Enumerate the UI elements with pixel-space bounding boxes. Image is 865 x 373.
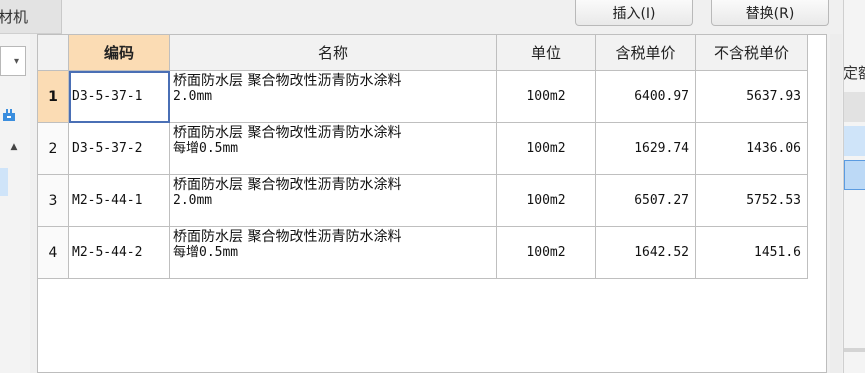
cell-tax-price[interactable]: 6507.27 [595, 174, 696, 227]
right-panel: 定额 [843, 0, 865, 373]
right-panel-label: 定额 [843, 64, 865, 82]
table-row[interactable]: 3 M2-5-44-1 桥面防水层 聚合物改性沥青防水涂料 2.0mm 100m… [37, 174, 808, 227]
tab-materials[interactable]: 材机 [0, 0, 62, 34]
cell-code[interactable]: D3-5-37-1 [68, 70, 170, 123]
cell-name-spec: 2.0mm [173, 193, 213, 208]
cell-name[interactable]: 桥面防水层 聚合物改性沥青防水涂料 每增0.5mm [169, 226, 497, 279]
category-dropdown[interactable]: ▾ [0, 46, 26, 76]
cell-unit[interactable]: 100m2 [496, 122, 596, 175]
cell-unit[interactable]: 100m2 [496, 174, 596, 227]
cell-name-spec: 每增0.5mm [173, 245, 239, 260]
header-rownum [37, 34, 69, 71]
cell-name[interactable]: 桥面防水层 聚合物改性沥青防水涂料 每增0.5mm [169, 122, 497, 175]
cell-unit[interactable]: 100m2 [496, 226, 596, 279]
cell-code[interactable]: D3-5-37-2 [68, 122, 170, 175]
cell-notax-price[interactable]: 1436.06 [695, 122, 808, 175]
right-panel-row[interactable] [844, 126, 865, 156]
insert-button[interactable]: 插入(I) [575, 0, 693, 26]
cell-name-spec: 每增0.5mm [173, 141, 239, 156]
cell-name-text: 桥面防水层 聚合物改性沥青防水涂料 [173, 73, 402, 89]
table-row[interactable]: 1 D3-5-37-1 桥面防水层 聚合物改性沥青防水涂料 2.0mm 100m… [37, 70, 808, 123]
header-code[interactable]: 编码 [68, 34, 170, 71]
table-row[interactable]: 4 M2-5-44-2 桥面防水层 聚合物改性沥青防水涂料 每增0.5mm 10… [37, 226, 808, 279]
row-number[interactable]: 1 [37, 70, 69, 123]
row-number[interactable]: 2 [37, 122, 69, 175]
vertical-scrollbar[interactable] [830, 34, 842, 373]
tree-add-icon[interactable] [0, 106, 18, 124]
scroll-up-icon[interactable]: ▲ [8, 141, 20, 153]
cell-notax-price[interactable]: 5637.93 [695, 70, 808, 123]
table-header-row: 编码 名称 单位 含税单价 不含税单价 [37, 34, 808, 71]
right-panel-row-selected[interactable] [844, 160, 865, 190]
cell-name-text: 桥面防水层 聚合物改性沥青防水涂料 [173, 177, 402, 193]
cell-tax-price[interactable]: 6400.97 [595, 70, 696, 123]
header-tax-price[interactable]: 含税单价 [595, 34, 696, 71]
chevron-down-icon: ▾ [13, 55, 19, 67]
cell-notax-price[interactable]: 1451.6 [695, 226, 808, 279]
right-panel-row[interactable] [844, 92, 865, 122]
cell-tax-price[interactable]: 1629.74 [595, 122, 696, 175]
row-number[interactable]: 4 [37, 226, 69, 279]
header-name[interactable]: 名称 [169, 34, 497, 71]
header-unit[interactable]: 单位 [496, 34, 596, 71]
cell-name-text: 桥面防水层 聚合物改性沥青防水涂料 [173, 229, 402, 245]
right-panel-splitter[interactable] [844, 348, 865, 352]
header-notax-price[interactable]: 不含税单价 [695, 34, 808, 71]
row-number[interactable]: 3 [37, 174, 69, 227]
table-row[interactable]: 2 D3-5-37-2 桥面防水层 聚合物改性沥青防水涂料 每增0.5mm 10… [37, 122, 808, 175]
selected-tree-node[interactable] [0, 168, 8, 196]
replace-button[interactable]: 替换(R) [711, 0, 829, 26]
quota-table: 编码 名称 单位 含税单价 不含税单价 1 D3-5-37-1 桥面防水层 聚合… [37, 34, 827, 373]
cell-tax-price[interactable]: 1642.52 [595, 226, 696, 279]
cell-name-text: 桥面防水层 聚合物改性沥青防水涂料 [173, 125, 402, 141]
cell-name[interactable]: 桥面防水层 聚合物改性沥青防水涂料 2.0mm [169, 70, 497, 123]
cell-code[interactable]: M2-5-44-2 [68, 226, 170, 279]
cell-code[interactable]: M2-5-44-1 [68, 174, 170, 227]
cell-name[interactable]: 桥面防水层 聚合物改性沥青防水涂料 2.0mm [169, 174, 497, 227]
cell-unit[interactable]: 100m2 [496, 70, 596, 123]
cell-name-spec: 2.0mm [173, 89, 213, 104]
tab-materials-label: 材机 [0, 8, 29, 26]
cell-notax-price[interactable]: 5752.53 [695, 174, 808, 227]
left-panel: ▾ ▲ [0, 34, 30, 373]
